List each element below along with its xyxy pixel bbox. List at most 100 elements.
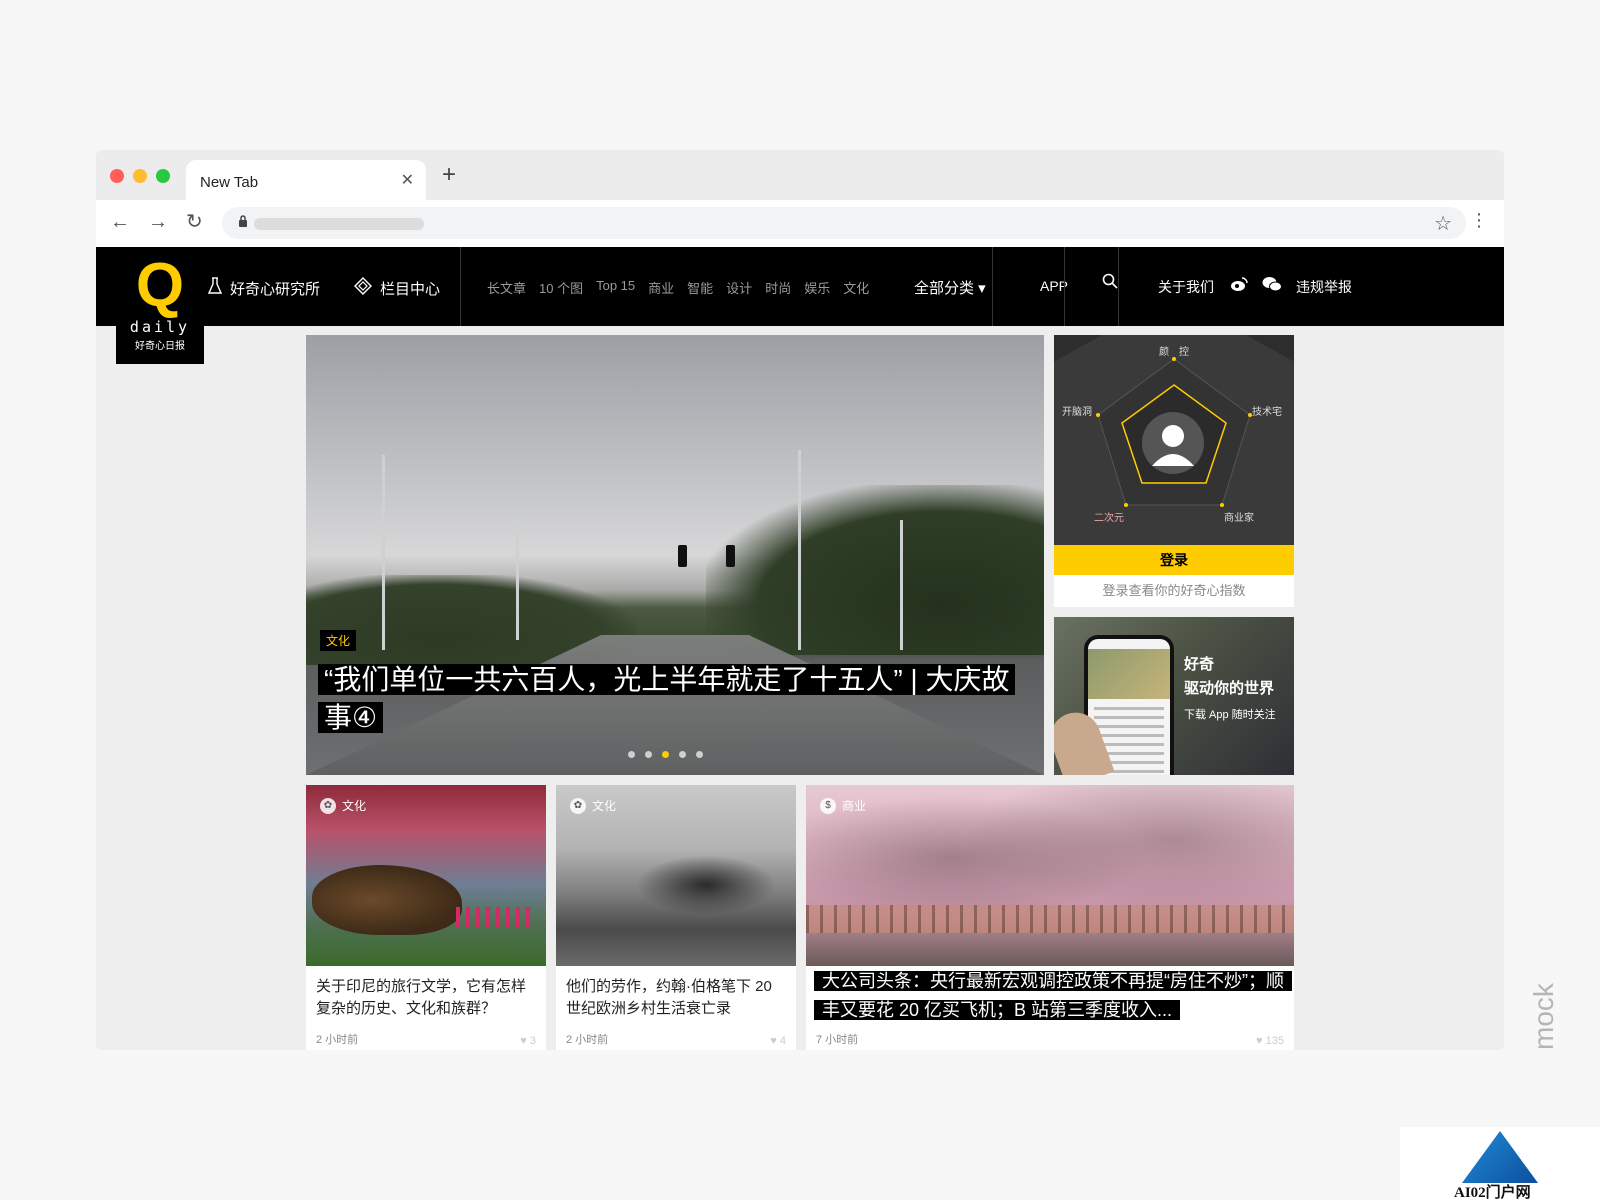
address-bar[interactable]: ☆ xyxy=(222,207,1466,239)
app-promo-banner[interactable]: 好奇 驱动你的世界 下载 App 随时关注 xyxy=(1054,617,1294,775)
tab-close-icon[interactable]: ✕ xyxy=(401,170,414,190)
category-item[interactable]: 长文章 xyxy=(487,278,526,297)
article-likes[interactable]: ♥ 4 xyxy=(770,1035,786,1047)
article-title[interactable]: 他们的劳作，约翰·伯格笔下 20 世纪欧洲乡村生活衰亡录 xyxy=(566,976,781,1020)
logo-daily: daily xyxy=(129,318,191,336)
close-window-button[interactable] xyxy=(110,169,124,183)
category-item[interactable]: 智能 xyxy=(687,278,713,297)
diamond-icon xyxy=(354,277,372,300)
carousel-dot[interactable] xyxy=(679,751,686,758)
flask-icon xyxy=(207,277,223,300)
hero-category-tag[interactable]: 文化 xyxy=(320,630,357,651)
radar-label-acg: 二次元 xyxy=(1094,513,1124,524)
dollar-icon: $ xyxy=(820,797,836,814)
nav-lab[interactable]: 好奇心研究所 xyxy=(207,277,321,300)
article-time: 2 小时前 xyxy=(316,1034,359,1046)
hero-title[interactable]: “我们单位一共六百人，光上半年就走了十五人” | 大庆故事④ xyxy=(318,661,1028,737)
article-title[interactable]: 大公司头条：央行最新宏观调控政策不再提“房住不炒”；顺丰又要花 20 亿买飞机；… xyxy=(814,967,1292,1025)
mock-watermark: mock xyxy=(1528,983,1559,1050)
category-item[interactable]: 10 个图 xyxy=(539,278,583,297)
nav-lab-label: 好奇心研究所 xyxy=(230,281,321,298)
heart-icon: ♥ xyxy=(520,1035,527,1047)
category-item[interactable]: Top 15 xyxy=(596,278,635,297)
traffic-light xyxy=(678,545,687,567)
carousel-dots xyxy=(628,751,703,758)
logo-subtitle: 好奇心日报 xyxy=(135,341,185,352)
login-hint: 登录查看你的好奇心指数 xyxy=(1054,575,1294,607)
article-time: 7 小时前 xyxy=(816,1034,859,1046)
radar-label-business: 商业家 xyxy=(1224,513,1254,524)
carousel-dot[interactable] xyxy=(662,751,669,758)
logo[interactable]: Q daily 好奇心日报 xyxy=(116,247,204,364)
hero-carousel[interactable]: 文化 “我们单位一共六百人，光上半年就走了十五人” | 大庆故事④ xyxy=(306,335,1044,775)
login-card: 颜 控 开脑洞 技术宅 二次元 商业家 登录 登录查看你的好奇心指数 xyxy=(1054,335,1294,607)
reload-icon[interactable]: ↻ xyxy=(186,212,203,232)
tab-strip: New Tab ✕ + xyxy=(96,150,1504,200)
carousel-dot[interactable] xyxy=(628,751,635,758)
article-card[interactable]: ✿ 文化 他们的劳作，约翰·伯格笔下 20 世纪欧洲乡村生活衰亡录 2 小时前 … xyxy=(556,785,796,1050)
article-card[interactable]: ✿ 文化 关于印尼的旅行文学，它有怎样复杂的历史、文化和族群？ 2 小时前 ♥ … xyxy=(306,785,546,1050)
badge-logo-icon xyxy=(1462,1131,1538,1183)
article-category[interactable]: ✿ 文化 xyxy=(570,797,616,814)
header-divider xyxy=(1064,247,1065,326)
header-divider xyxy=(992,247,993,326)
promo-line-1: 好奇 xyxy=(1184,656,1215,673)
browser-menu-icon[interactable]: ⋮ xyxy=(1470,211,1488,229)
radar-label-imagination: 开脑洞 xyxy=(1062,407,1092,418)
promo-line-2: 驱动你的世界 xyxy=(1184,680,1275,697)
category-item[interactable]: 娱乐 xyxy=(804,278,830,297)
category-icon: ✿ xyxy=(320,797,336,814)
nav-columns[interactable]: 栏目中心 xyxy=(354,277,440,300)
category-nav: 长文章 10 个图 Top 15 商业 智能 设计 时尚 娱乐 文化 xyxy=(487,278,869,297)
all-categories-dropdown[interactable]: 全部分类 ▾ xyxy=(914,277,986,298)
heart-icon: ♥ xyxy=(1256,1035,1263,1047)
article-likes[interactable]: ♥ 3 xyxy=(520,1035,536,1047)
site-badge: AI02门户网 xyxy=(1400,1127,1600,1200)
article-likes[interactable]: ♥ 135 xyxy=(1256,1035,1284,1047)
about-link[interactable]: 关于我们 xyxy=(1158,277,1214,297)
article-category[interactable]: $ 商业 xyxy=(820,797,866,814)
url-text xyxy=(254,218,424,230)
promo-line-3: 下载 App 随时关注 xyxy=(1184,709,1276,721)
lock-icon xyxy=(238,215,248,230)
category-item[interactable]: 商业 xyxy=(648,278,674,297)
article-category[interactable]: ✿ 文化 xyxy=(320,797,366,814)
avatar xyxy=(1142,412,1204,474)
wechat-icon[interactable] xyxy=(1262,276,1282,297)
maximize-window-button[interactable] xyxy=(156,169,170,183)
minimize-window-button[interactable] xyxy=(133,169,147,183)
category-icon: ✿ xyxy=(570,797,586,814)
traffic-light xyxy=(726,545,735,567)
bookmark-star-icon[interactable]: ☆ xyxy=(1434,211,1452,236)
heart-icon: ♥ xyxy=(770,1035,777,1047)
forward-arrow-icon[interactable]: → xyxy=(148,212,168,232)
article-image xyxy=(806,785,1294,966)
category-item[interactable]: 时尚 xyxy=(765,278,791,297)
radar-label-looks: 颜 控 xyxy=(1159,347,1189,358)
report-link[interactable]: 违规举报 xyxy=(1296,277,1352,297)
site-header: Q daily 好奇心日报 好奇心研究所 栏目中心 长文章 10 个图 Top … xyxy=(96,247,1504,364)
header-divider xyxy=(1118,247,1119,326)
browser-window: New Tab ✕ + ← → ↻ ☆ ⋮ Q daily 好奇心日报 好奇心研… xyxy=(96,150,1504,1050)
article-card[interactable]: $ 商业 大公司头条：央行最新宏观调控政策不再提“房住不炒”；顺丰又要花 20 … xyxy=(806,785,1294,1050)
logo-letter: Q xyxy=(135,251,185,320)
login-button[interactable]: 登录 xyxy=(1054,545,1294,575)
header-divider xyxy=(460,247,461,326)
category-item[interactable]: 设计 xyxy=(726,278,752,297)
carousel-dot[interactable] xyxy=(645,751,652,758)
new-tab-button[interactable]: + xyxy=(442,163,456,187)
search-icon[interactable] xyxy=(1102,273,1118,294)
nav-columns-label: 栏目中心 xyxy=(380,281,441,298)
badge-text: AI02门户网 xyxy=(1454,1185,1531,1200)
carousel-dot[interactable] xyxy=(696,751,703,758)
back-arrow-icon[interactable]: ← xyxy=(110,212,130,232)
article-time: 2 小时前 xyxy=(566,1034,609,1046)
curiosity-radar: 颜 控 开脑洞 技术宅 二次元 商业家 xyxy=(1054,335,1294,545)
browser-toolbar: ← → ↻ ☆ ⋮ xyxy=(96,200,1504,248)
radar-label-tech: 技术宅 xyxy=(1252,407,1282,418)
article-title[interactable]: 关于印尼的旅行文学，它有怎样复杂的历史、文化和族群？ xyxy=(316,976,531,1020)
category-item[interactable]: 文化 xyxy=(843,278,869,297)
tab-title: New Tab xyxy=(200,174,259,191)
tab-new-tab[interactable]: New Tab ✕ xyxy=(186,160,426,200)
weibo-icon[interactable] xyxy=(1230,276,1248,297)
